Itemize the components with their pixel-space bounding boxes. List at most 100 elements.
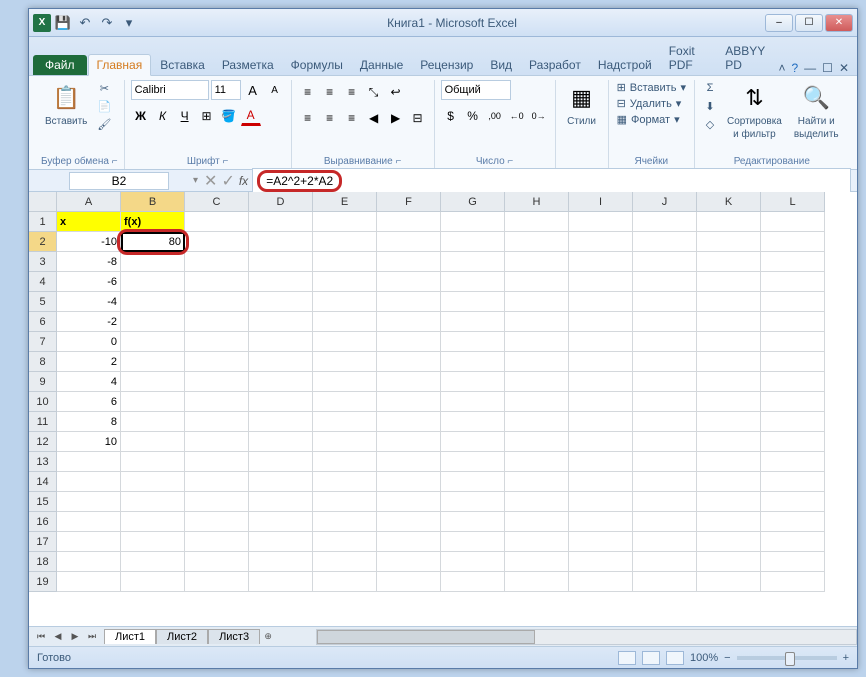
tab-insert[interactable]: Вставка — [152, 55, 213, 75]
tab-abbyy[interactable]: ABBYY PD — [717, 41, 777, 75]
cell[interactable] — [377, 352, 441, 372]
cell[interactable] — [633, 572, 697, 592]
qat-dropdown-icon[interactable]: ▾ — [119, 13, 139, 33]
cell[interactable] — [377, 252, 441, 272]
font-color-icon[interactable]: A — [241, 106, 261, 126]
cell[interactable] — [633, 232, 697, 252]
row-header[interactable]: 5 — [29, 292, 57, 312]
align-center-icon[interactable]: ≡ — [320, 108, 340, 128]
cell[interactable] — [569, 452, 633, 472]
cell[interactable] — [185, 392, 249, 412]
cell[interactable] — [505, 272, 569, 292]
cell[interactable] — [633, 252, 697, 272]
row-header[interactable]: 2 — [29, 232, 57, 252]
cell[interactable] — [377, 392, 441, 412]
align-top-icon[interactable]: ≡ — [298, 82, 318, 102]
cell[interactable] — [569, 332, 633, 352]
cell[interactable] — [121, 332, 185, 352]
cell[interactable] — [249, 472, 313, 492]
cell[interactable] — [761, 532, 825, 552]
cell[interactable] — [633, 372, 697, 392]
cell-a7[interactable]: 0 — [57, 332, 121, 352]
cell[interactable] — [377, 332, 441, 352]
align-left-icon[interactable]: ≡ — [298, 108, 318, 128]
cell[interactable] — [313, 452, 377, 472]
name-box[interactable] — [69, 172, 169, 190]
cell[interactable] — [569, 312, 633, 332]
cell[interactable] — [249, 332, 313, 352]
cell[interactable] — [185, 492, 249, 512]
row-header[interactable]: 18 — [29, 552, 57, 572]
paste-button[interactable]: 📋 Вставить — [41, 80, 91, 129]
cell[interactable] — [441, 372, 505, 392]
col-header-l[interactable]: L — [761, 192, 825, 212]
cell-a3[interactable]: -8 — [57, 252, 121, 272]
sheet-nav-next-icon[interactable]: ▶ — [67, 629, 83, 645]
tab-formulas[interactable]: Формулы — [283, 55, 351, 75]
clipboard-expand-icon[interactable]: ⌐ — [112, 156, 118, 167]
cell-b1[interactable]: f(x) — [121, 212, 185, 232]
cell[interactable] — [185, 352, 249, 372]
cell[interactable] — [313, 552, 377, 572]
cell[interactable] — [697, 352, 761, 372]
cell[interactable] — [249, 372, 313, 392]
view-pagebreak-icon[interactable] — [666, 651, 684, 665]
fx-icon[interactable]: fx — [239, 174, 248, 188]
col-header-g[interactable]: G — [441, 192, 505, 212]
cell[interactable] — [441, 472, 505, 492]
cell-a5[interactable]: -4 — [57, 292, 121, 312]
number-expand-icon[interactable]: ⌐ — [507, 156, 513, 167]
cell[interactable] — [761, 472, 825, 492]
zoom-slider[interactable] — [737, 656, 837, 660]
cell[interactable] — [249, 232, 313, 252]
cell[interactable] — [697, 412, 761, 432]
cell[interactable] — [697, 272, 761, 292]
tab-layout[interactable]: Разметка — [214, 55, 282, 75]
redo-icon[interactable]: ↷ — [97, 13, 117, 33]
row-header[interactable]: 16 — [29, 512, 57, 532]
sheet-nav-prev-icon[interactable]: ◀ — [50, 629, 66, 645]
italic-button[interactable]: К — [153, 106, 173, 126]
sort-filter-button[interactable]: ⇅ Сортировка и фильтр — [723, 80, 786, 142]
col-header-e[interactable]: E — [313, 192, 377, 212]
cell[interactable] — [569, 252, 633, 272]
col-header-h[interactable]: H — [505, 192, 569, 212]
file-tab[interactable]: Файл — [33, 55, 87, 75]
cell[interactable] — [185, 272, 249, 292]
help-icon[interactable]: ? — [791, 61, 798, 75]
cell[interactable] — [569, 552, 633, 572]
cell[interactable] — [249, 352, 313, 372]
cell[interactable] — [697, 512, 761, 532]
decrease-decimal-icon[interactable]: 0→ — [529, 106, 549, 126]
format-cells-button[interactable]: ▦Формат ▾ — [615, 112, 682, 127]
cell[interactable] — [761, 312, 825, 332]
cell[interactable] — [441, 332, 505, 352]
cell[interactable] — [697, 312, 761, 332]
cell[interactable] — [249, 312, 313, 332]
cell[interactable] — [697, 332, 761, 352]
minimize-button[interactable]: – — [765, 14, 793, 32]
cell[interactable] — [505, 232, 569, 252]
cell[interactable] — [441, 232, 505, 252]
col-header-b[interactable]: B — [121, 192, 185, 212]
row-header[interactable]: 13 — [29, 452, 57, 472]
cell[interactable] — [633, 292, 697, 312]
cell[interactable] — [185, 372, 249, 392]
cell[interactable] — [121, 412, 185, 432]
shrink-font-icon[interactable]: A — [265, 80, 285, 100]
cell[interactable] — [697, 532, 761, 552]
cell[interactable] — [121, 352, 185, 372]
align-bottom-icon[interactable]: ≡ — [342, 82, 362, 102]
cell[interactable] — [249, 272, 313, 292]
cell[interactable] — [697, 372, 761, 392]
orientation-icon[interactable]: ⤡ — [364, 82, 384, 102]
cell[interactable] — [697, 392, 761, 412]
cell[interactable] — [761, 572, 825, 592]
cell[interactable] — [185, 292, 249, 312]
cell[interactable] — [249, 252, 313, 272]
cell[interactable] — [377, 552, 441, 572]
row-header[interactable]: 8 — [29, 352, 57, 372]
cell[interactable] — [57, 492, 121, 512]
cell[interactable] — [313, 292, 377, 312]
cell[interactable] — [185, 412, 249, 432]
